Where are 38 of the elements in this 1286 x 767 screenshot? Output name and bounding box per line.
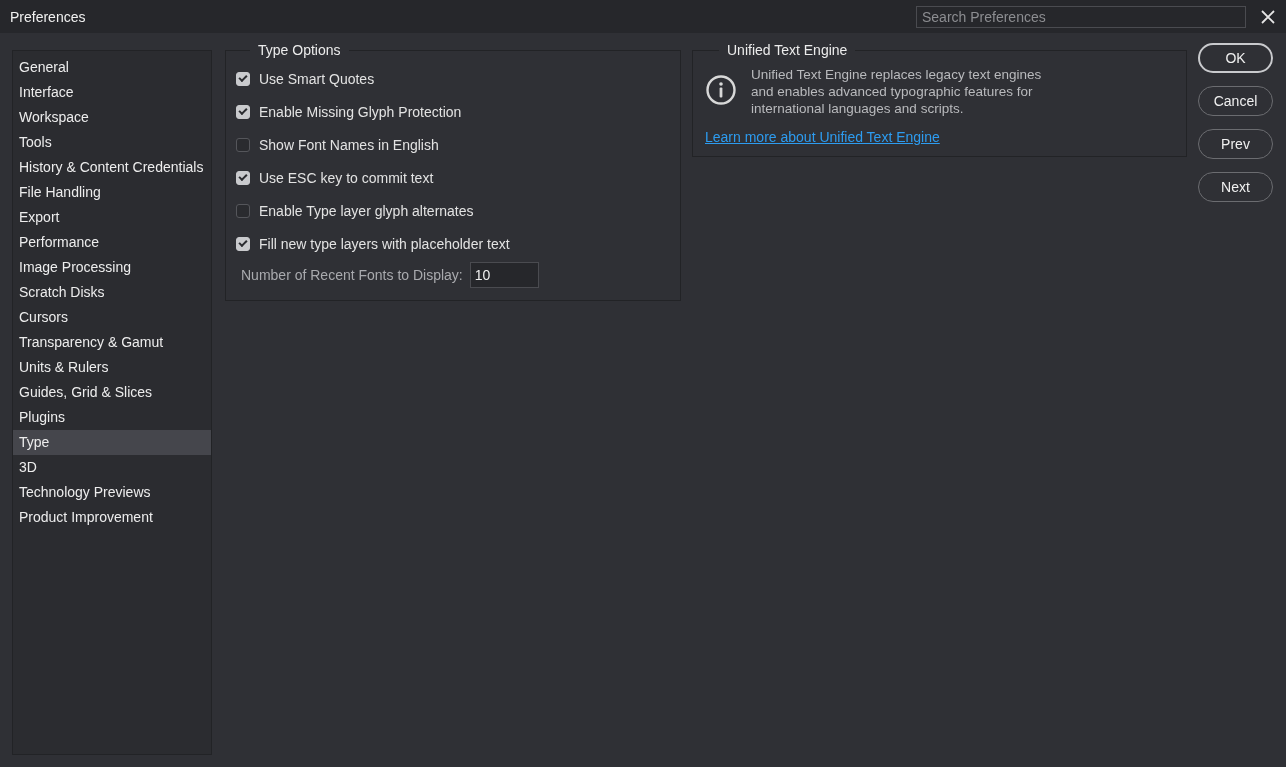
sidebar-item[interactable]: Tools xyxy=(13,130,211,155)
field-label: Number of Recent Fonts to Display: xyxy=(241,267,463,283)
sidebar-item[interactable]: Transparency & Gamut xyxy=(13,330,211,355)
sidebar-item[interactable]: File Handling xyxy=(13,180,211,205)
sidebar-item[interactable]: General xyxy=(13,55,211,80)
sidebar-item[interactable]: 3D xyxy=(13,455,211,480)
sidebar-item[interactable]: Scratch Disks xyxy=(13,280,211,305)
description-text: Unified Text Engine replaces legacy text engines and enables advanced typographic features for international languages and scripts. xyxy=(751,66,1043,117)
dialog-button[interactable]: OK xyxy=(1198,43,1273,73)
checkbox-label: Use Smart Quotes xyxy=(259,70,375,87)
checkbox-label: Show Font Names in English xyxy=(259,136,439,153)
window-title: Preferences xyxy=(10,8,87,25)
sidebar-item[interactable]: Export xyxy=(13,205,211,230)
sidebar-item[interactable]: Workspace xyxy=(13,105,211,130)
learn-more-link[interactable]: Learn more about Unified Text Engine xyxy=(705,129,940,145)
sidebar-item[interactable]: Interface xyxy=(13,80,211,105)
panel-title: Unified Text Engine xyxy=(726,42,849,58)
sidebar-item[interactable]: Guides, Grid & Slices xyxy=(13,380,211,405)
checkbox[interactable] xyxy=(236,203,250,218)
info-icon xyxy=(705,74,737,106)
sidebar-item[interactable]: Technology Previews xyxy=(13,480,211,505)
sidebar-item[interactable]: History & Content Credentials xyxy=(13,155,211,180)
checkbox[interactable] xyxy=(236,137,250,152)
sidebar-item[interactable]: Type xyxy=(13,430,211,455)
sidebar-item[interactable]: Cursors xyxy=(13,305,211,330)
checkbox-label: Enable Missing Glyph Protection xyxy=(259,103,462,120)
checkbox-label: Fill new type layers with placeholder text xyxy=(259,235,510,252)
close-icon[interactable] xyxy=(1260,8,1276,25)
checkbox-label: Enable Type layer glyph alternates xyxy=(259,202,474,219)
sidebar-item[interactable]: Plugins xyxy=(13,405,211,430)
sidebar-item[interactable]: Performance xyxy=(13,230,211,255)
search-field[interactable]: Search Preferences xyxy=(916,5,1246,28)
checkbox-label: Use ESC key to commit text xyxy=(259,169,434,186)
recent-fonts-field[interactable]: 10 xyxy=(469,262,539,288)
sidebar-item[interactable]: Product Improvement xyxy=(13,505,211,530)
panel-title: Type Options xyxy=(257,42,342,58)
sidebar-item[interactable]: Units & Rulers xyxy=(13,355,211,380)
sidebar-item[interactable]: Image Processing xyxy=(13,255,211,280)
